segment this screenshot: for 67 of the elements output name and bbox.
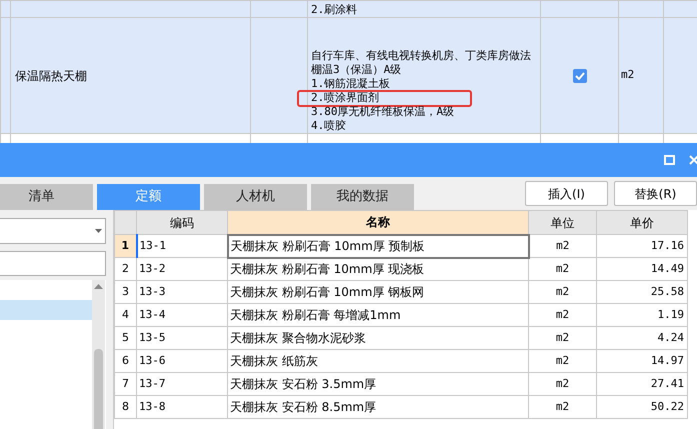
caret-icon — [95, 229, 102, 233]
toolbar-button[interactable]: 替换(R) — [614, 181, 697, 206]
scrollbar[interactable] — [92, 280, 105, 429]
table-cell: 天棚抹灰 纸筋灰 — [228, 350, 528, 372]
table-cell: m2 — [528, 350, 596, 372]
description-line: 2.喷涂界面剂 — [311, 91, 380, 104]
row-name-text: 保温隔热天棚 — [15, 68, 87, 82]
description-line: 2.刷涂料 — [311, 3, 358, 16]
row-number: 6 — [114, 350, 136, 372]
table-cell: 13-6 — [136, 350, 228, 372]
dropdown-field[interactable] — [0, 218, 106, 244]
tab[interactable]: 清单 — [0, 184, 93, 210]
table-cell: 13-4 — [136, 304, 228, 326]
table-cell: m2 — [528, 258, 596, 280]
table-cell: 13-2 — [136, 258, 228, 280]
row-number: 1 — [114, 234, 136, 258]
description-line: 1.钢筋混凝土板 — [311, 77, 390, 90]
table-cell: 25.58 — [596, 280, 688, 304]
table-cell: 天棚抹灰 聚合物水泥砂浆 — [228, 326, 528, 350]
table-cell: m2 — [528, 234, 596, 258]
row-number: 3 — [114, 280, 136, 304]
description-line: 棚温3（保温）A级 — [311, 63, 402, 76]
tab[interactable]: 人材机 — [204, 184, 307, 210]
table-cell: 27.41 — [596, 372, 688, 396]
table-cell: 4.24 — [596, 326, 688, 350]
table-cell: m2 — [528, 280, 596, 304]
row-number: 7 — [114, 372, 136, 396]
scrollbar-thumb[interactable] — [94, 349, 103, 429]
description-line: 3.80厚无机纤维板保温，A级 — [311, 105, 454, 118]
unit-text: m2 — [621, 68, 634, 82]
maximize-icon[interactable] — [664, 155, 675, 165]
row-number: 4 — [114, 304, 136, 326]
table-cell: 天棚抹灰 安石粉 8.5mm厚 — [228, 396, 528, 418]
table-cell: 天棚抹灰 粉刷石膏 10mm厚 钢板网 — [228, 280, 528, 304]
table-cell: 1.19 — [596, 304, 688, 326]
close-icon[interactable] — [689, 155, 697, 165]
table-cell: 13-5 — [136, 326, 228, 350]
column-header[interactable]: 名称 — [228, 210, 528, 234]
table-cell: m2 — [528, 372, 596, 396]
table-cell: 14.49 — [596, 258, 688, 280]
row-number: 5 — [114, 326, 136, 350]
table-cell: 50.22 — [596, 396, 688, 418]
toolbar-button[interactable]: 插入(I) — [525, 181, 608, 206]
table-cell: 13-1 — [136, 234, 228, 258]
row-number: 8 — [114, 396, 136, 418]
table-cell: 13-7 — [136, 372, 228, 396]
column-header[interactable]: 编码 — [136, 210, 228, 234]
table-cell: 14.97 — [596, 350, 688, 372]
column-header[interactable]: 单价 — [596, 210, 688, 234]
scroll-up-icon[interactable] — [94, 284, 103, 289]
table-cell: 13-8 — [136, 396, 228, 418]
table-cell: m2 — [528, 326, 596, 350]
table-cell: 天棚抹灰 粉刷石膏 10mm厚 现浇板 — [228, 258, 528, 280]
table-cell: 17.16 — [596, 234, 688, 258]
table-cell: m2 — [528, 396, 596, 418]
table-cell: 13-3 — [136, 280, 228, 304]
table-cell: m2 — [528, 304, 596, 326]
checkbox[interactable] — [572, 69, 586, 84]
description-line: 4.喷胶 — [311, 119, 346, 132]
search-field[interactable] — [0, 251, 106, 276]
row-number: 2 — [114, 258, 136, 280]
table-cell: 天棚抹灰 安石粉 3.5mm厚 — [228, 372, 528, 396]
table-cell: 天棚抹灰 粉刷石膏 每增减1mm — [228, 304, 528, 326]
description-line: 自行车库、有线电视转换机房、丁类库房做法 — [311, 49, 531, 62]
tab[interactable]: 我的数据 — [311, 184, 414, 210]
table-cell: 天棚抹灰 粉刷石膏 10mm厚 预制板 — [228, 234, 528, 258]
column-header[interactable]: 单位 — [528, 210, 596, 234]
